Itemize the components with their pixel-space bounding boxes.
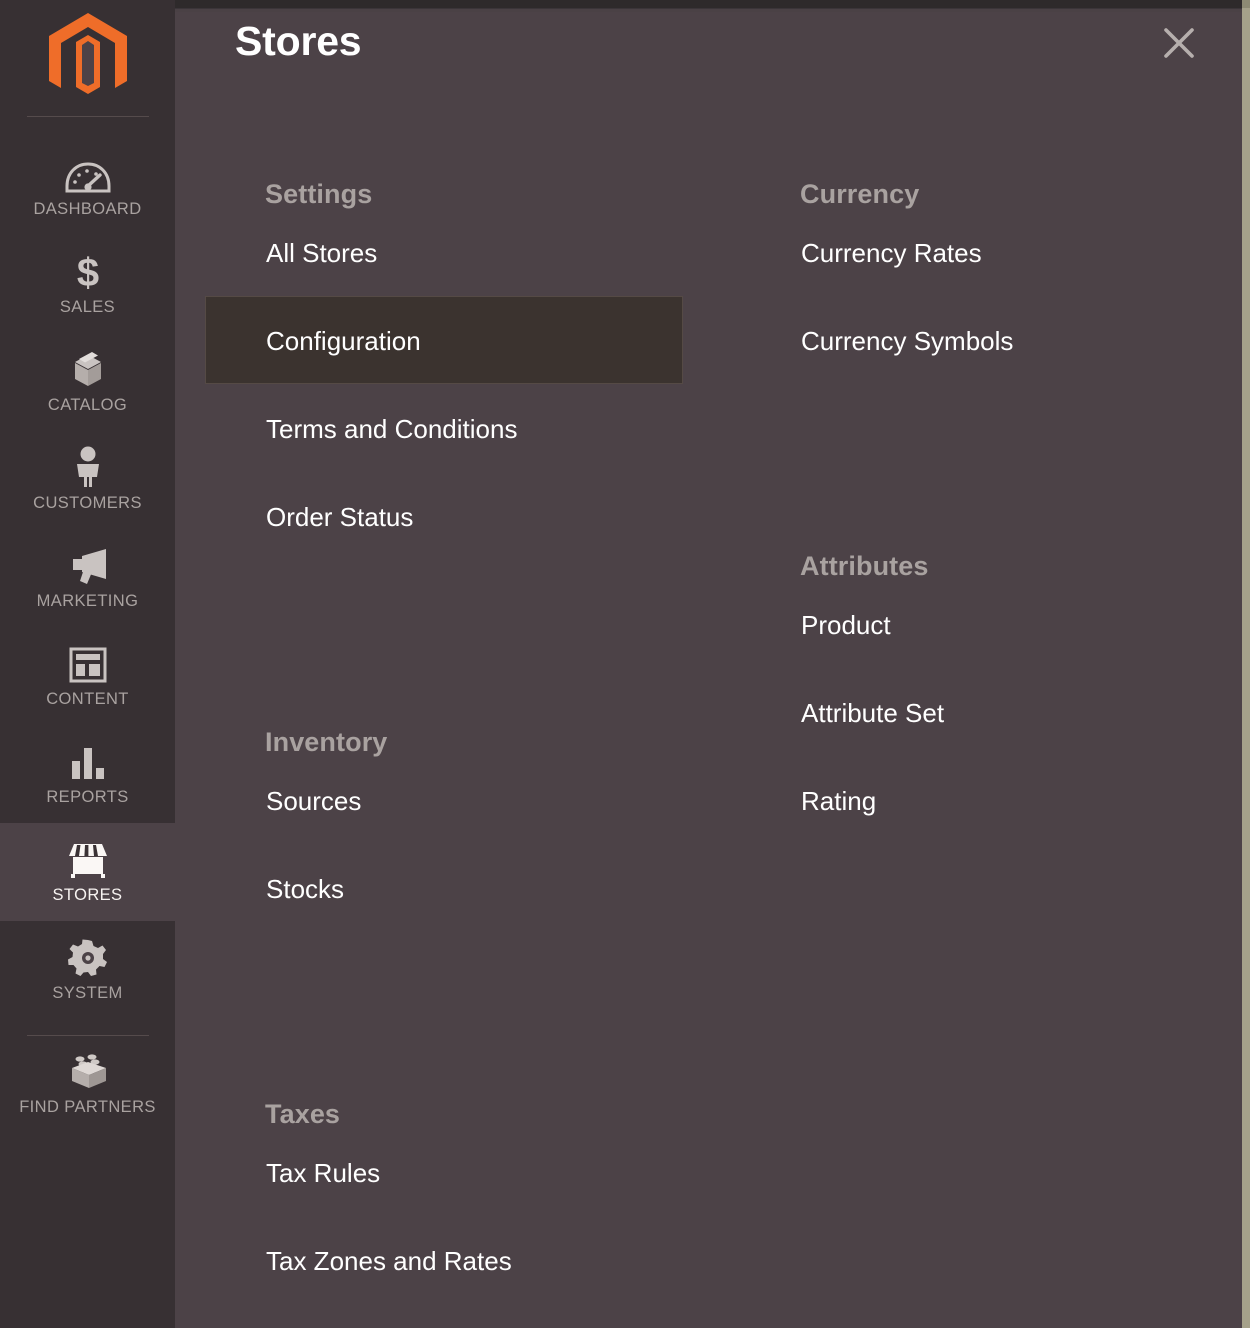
person-icon	[71, 448, 105, 488]
menu-link-list: All StoresConfigurationTerms and Conditi…	[205, 208, 705, 560]
bar-chart-icon	[68, 742, 108, 782]
sidebar-item-label: DASHBOARD	[33, 201, 141, 218]
menu-link-list: Tax RulesTax Zones and Rates	[205, 1128, 705, 1304]
page-scrollbar-thumb[interactable]	[1242, 8, 1250, 1328]
sidebar-item-label: FIND PARTNERS	[19, 1099, 156, 1116]
menu-group-settings: SettingsAll StoresConfigurationTerms and…	[205, 181, 705, 560]
group-title-currency: Currency	[740, 181, 1240, 208]
group-title-attributes: Attributes	[740, 553, 1240, 580]
menu-link-list: SourcesStocks	[205, 756, 705, 932]
menu-item-sources[interactable]: Sources	[205, 756, 705, 844]
lego-brick-icon	[65, 1052, 111, 1092]
sidebar-item-sales[interactable]: $ SALES	[0, 235, 175, 333]
menu-group-attributes: AttributesProductAttribute SetRating	[740, 553, 1240, 844]
sidebar-item-catalog[interactable]: CATALOG	[0, 333, 175, 431]
sidebar-item-marketing[interactable]: MARKETING	[0, 529, 175, 627]
panel-header: Stores	[175, 12, 1242, 75]
layout-window-icon	[68, 644, 108, 684]
dashboard-gauge-icon	[65, 154, 111, 194]
menu-item-terms-and-conditions[interactable]: Terms and Conditions	[205, 384, 705, 472]
menu-link-list: Currency RatesCurrency Symbols	[740, 208, 1240, 384]
menu-item-all-stores[interactable]: All Stores	[205, 208, 705, 296]
sidebar-item-label: STORES	[53, 887, 123, 904]
menu-item-currency-rates[interactable]: Currency Rates	[740, 208, 1240, 296]
menu-group-taxes: TaxesTax RulesTax Zones and Rates	[205, 1101, 705, 1304]
sidebar-nav-list: DASHBOARD $ SALES	[0, 137, 175, 1132]
page-scrollbar-track[interactable]	[1242, 0, 1250, 1328]
menu-item-stocks[interactable]: Stocks	[205, 844, 705, 932]
sidebar-item-label: CATALOG	[48, 397, 127, 414]
menu-link-list: ProductAttribute SetRating	[740, 580, 1240, 844]
group-title-taxes: Taxes	[205, 1101, 705, 1128]
page-title: Stores	[235, 18, 361, 65]
megaphone-icon	[66, 546, 110, 586]
sidebar-divider-top	[27, 116, 149, 117]
magento-admin-stores-menu: DASHBOARD $ SALES	[0, 0, 1250, 1328]
sidebar-item-label: CONTENT	[46, 691, 129, 708]
menu-group-inventory: InventorySourcesStocks	[205, 729, 705, 932]
box-icon	[67, 350, 109, 390]
menu-item-rating[interactable]: Rating	[740, 756, 1240, 844]
window-top-chrome	[0, 0, 1250, 8]
sidebar-item-stores[interactable]: STORES	[0, 823, 175, 921]
gear-icon	[67, 938, 109, 978]
sidebar-item-label: SALES	[60, 299, 115, 316]
menu-item-attribute-set[interactable]: Attribute Set	[740, 668, 1240, 756]
storefront-icon	[65, 840, 111, 880]
menu-group-currency: CurrencyCurrency RatesCurrency Symbols	[740, 181, 1240, 384]
sidebar-item-system[interactable]: SYSTEM	[0, 921, 175, 1019]
stores-menu-panel: Stores SettingsAll StoresConfigurationTe…	[175, 12, 1242, 1328]
sidebar-item-content[interactable]: CONTENT	[0, 627, 175, 725]
sidebar-item-find-partners[interactable]: FIND PARTNERS	[0, 1036, 175, 1132]
group-title-settings: Settings	[205, 181, 705, 208]
group-title-inventory: Inventory	[205, 729, 705, 756]
menu-item-configuration[interactable]: Configuration	[205, 296, 683, 384]
admin-sidebar: DASHBOARD $ SALES	[0, 0, 175, 1328]
sidebar-item-label: REPORTS	[46, 789, 128, 806]
menu-item-tax-zones-and-rates[interactable]: Tax Zones and Rates	[205, 1216, 705, 1304]
svg-text:$: $	[76, 252, 98, 292]
sidebar-item-customers[interactable]: CUSTOMERS	[0, 431, 175, 529]
dollar-sign-icon: $	[71, 252, 105, 292]
sidebar-item-dashboard[interactable]: DASHBOARD	[0, 137, 175, 235]
sidebar-item-label: MARKETING	[37, 593, 139, 610]
sidebar-item-reports[interactable]: REPORTS	[0, 725, 175, 823]
magento-logo[interactable]	[0, 0, 175, 100]
sidebar-item-label: SYSTEM	[52, 985, 122, 1002]
menu-item-tax-rules[interactable]: Tax Rules	[205, 1128, 705, 1216]
menu-columns: SettingsAll StoresConfigurationTerms and…	[175, 75, 1242, 1328]
menu-item-currency-symbols[interactable]: Currency Symbols	[740, 296, 1240, 384]
close-icon[interactable]	[1156, 20, 1202, 66]
menu-item-order-status[interactable]: Order Status	[205, 472, 705, 560]
sidebar-item-label: CUSTOMERS	[33, 495, 142, 512]
menu-item-product[interactable]: Product	[740, 580, 1240, 668]
